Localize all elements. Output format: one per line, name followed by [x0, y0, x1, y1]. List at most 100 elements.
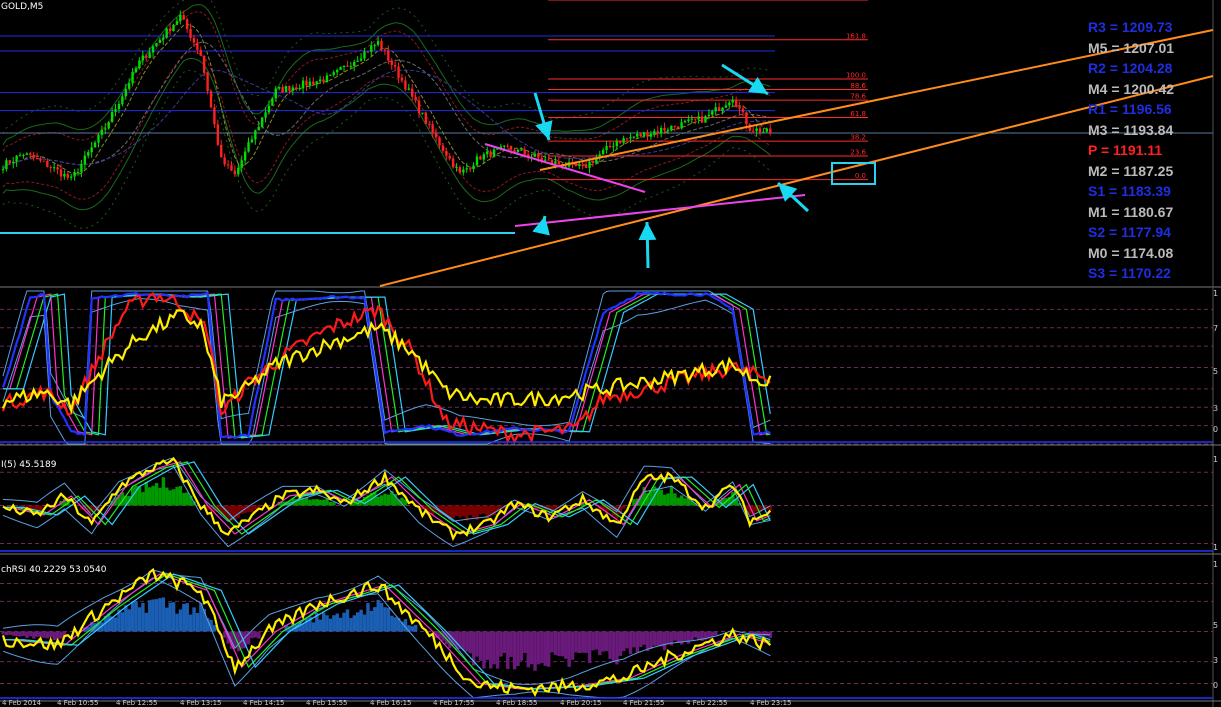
histogram-bar	[120, 612, 125, 632]
candle-body	[335, 69, 339, 73]
candle-body	[482, 154, 486, 160]
candle-body	[29, 153, 32, 155]
candle-body	[325, 75, 329, 83]
candle-body	[199, 49, 202, 56]
histogram-bar	[468, 631, 472, 654]
candle-body	[206, 72, 209, 92]
histogram-bar	[652, 631, 657, 646]
candle-body	[196, 42, 199, 50]
candle-body	[393, 64, 397, 67]
pivot-level: P = 1191.11	[1088, 142, 1163, 158]
candle-body	[414, 96, 417, 101]
candle-body	[49, 166, 52, 168]
histogram-bar	[321, 612, 326, 632]
wedge-lower	[514, 194, 806, 227]
axis-tick-label: 3	[1213, 656, 1219, 665]
histogram-bar	[8, 631, 12, 635]
candle-body	[124, 88, 127, 97]
histogram-bar	[587, 631, 592, 664]
histogram-bar	[618, 631, 623, 656]
histogram-bar	[690, 631, 694, 641]
candle-body	[687, 119, 690, 122]
histogram-bar	[662, 494, 667, 506]
candle-body	[291, 87, 295, 91]
candle-body	[769, 128, 772, 134]
histogram-bar	[141, 492, 145, 506]
symbol-caption: GOLD,M5	[1, 2, 44, 12]
pivot-level: S2 = 1177.94	[1088, 224, 1171, 240]
histogram-bar	[604, 631, 609, 652]
histogram-bar	[622, 505, 626, 509]
fib-label: 88.6	[850, 82, 866, 90]
time-tick-label: 4 Feb 15:55	[306, 699, 348, 707]
histogram-bar	[461, 505, 466, 517]
candle-body	[353, 61, 356, 67]
histogram-bar	[175, 613, 179, 632]
histogram-bar	[468, 505, 472, 515]
candle-body	[431, 124, 434, 134]
histogram-bar	[11, 631, 16, 636]
candle-body	[80, 163, 83, 173]
histogram-bar	[656, 631, 660, 646]
candle-body	[260, 117, 264, 127]
pivot-level: M2 = 1187.25	[1088, 162, 1174, 179]
candle-body	[127, 83, 131, 89]
histogram-bar	[512, 631, 517, 670]
candle-body	[578, 165, 581, 167]
histogram-bar	[4, 631, 9, 635]
histogram-bar	[171, 489, 176, 506]
histogram-bar	[471, 505, 476, 518]
histogram-bar	[676, 497, 680, 506]
pivot-level: M1 = 1180.67	[1088, 203, 1174, 220]
candle-body	[1, 169, 5, 171]
histogram-bar	[373, 491, 377, 506]
time-tick-label: 4 Feb 12:55	[116, 699, 158, 707]
candle-body	[762, 131, 765, 133]
candle-body	[185, 19, 189, 29]
histogram-bar	[553, 631, 558, 656]
histogram-bar	[25, 631, 29, 639]
histogram-bar	[386, 494, 391, 506]
candle-body	[376, 40, 380, 45]
histogram-bar	[345, 609, 350, 632]
histogram-bar	[478, 505, 483, 515]
candle-body	[168, 28, 172, 31]
pivot-level: M4 = 1200.42	[1088, 80, 1175, 97]
histogram-bar	[185, 492, 189, 506]
candle-body	[690, 118, 694, 120]
candle-body	[63, 173, 66, 177]
histogram-bar	[499, 631, 503, 657]
time-tick-label: 4 Feb 17:55	[433, 699, 475, 707]
candle-body	[714, 107, 717, 112]
histogram-bar	[373, 607, 377, 632]
fib-label: 0.0	[855, 172, 866, 180]
time-tick-label: 4 Feb 22:55	[686, 699, 728, 707]
indicator-panel-1	[0, 290, 1221, 446]
candle-body	[274, 88, 277, 99]
candle-body	[704, 116, 707, 123]
histogram-bar	[693, 631, 698, 638]
chart-canvas: 200 1200.56161.8100.088.678.661.838.223.…	[0, 0, 1221, 707]
histogram-bar	[567, 631, 571, 667]
candle-body	[151, 46, 155, 53]
histogram-bar	[182, 603, 186, 632]
histogram-bar	[574, 631, 578, 653]
candle-body	[734, 100, 738, 107]
histogram-bar	[564, 631, 568, 659]
histogram-bar	[171, 602, 176, 632]
histogram-bar	[32, 505, 36, 510]
candle-body	[209, 91, 213, 108]
histogram-bar	[161, 597, 166, 632]
candle-body	[543, 159, 547, 161]
candle-body	[46, 160, 49, 167]
histogram-bar	[134, 601, 138, 632]
histogram-bar	[639, 631, 643, 648]
histogram-bar	[304, 618, 309, 632]
candle-body	[216, 124, 220, 145]
pivot-level: S3 = 1170.22	[1088, 265, 1171, 281]
fib-label: 161.8	[846, 32, 866, 40]
time-tick-label: 4 Feb 18:55	[496, 699, 538, 707]
candle-body	[349, 66, 353, 68]
candle-body	[516, 149, 520, 153]
candle-body	[213, 107, 216, 125]
